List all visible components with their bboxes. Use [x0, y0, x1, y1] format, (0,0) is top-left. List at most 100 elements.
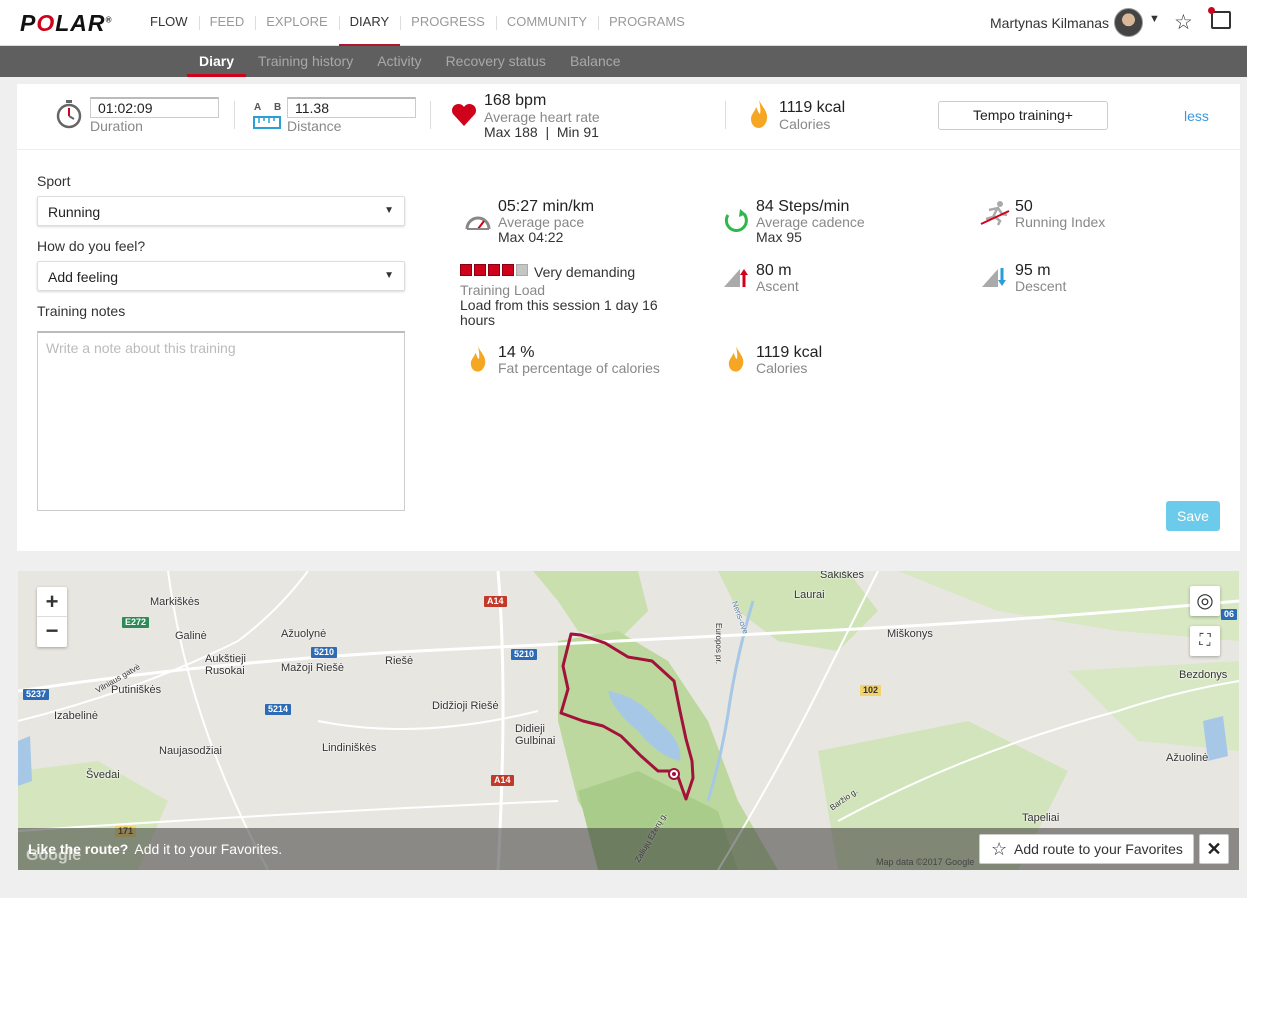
star-icon[interactable]: ☆: [1174, 10, 1193, 35]
map-place: Švedai: [86, 769, 120, 781]
map-canvas[interactable]: [18, 571, 1239, 870]
tab-activity[interactable]: Activity: [365, 46, 433, 77]
flame-icon: [728, 346, 744, 372]
chevron-down-icon: ▼: [384, 205, 394, 216]
map-place: Naujasodžiai: [159, 745, 222, 757]
map-place: Bezdonys: [1179, 669, 1228, 681]
distance-label: Distance: [287, 118, 342, 134]
map-attribution[interactable]: Map data ©2017 Google: [876, 857, 974, 867]
nav-feed[interactable]: FEED: [198, 0, 256, 46]
add-route-favorites-button[interactable]: ☆ Add route to your Favorites: [979, 834, 1194, 864]
tab-diary[interactable]: Diary: [187, 46, 247, 77]
ab-label-b: B: [274, 102, 282, 113]
close-icon[interactable]: ✕: [1199, 834, 1229, 864]
map-place: Miškonys: [887, 628, 933, 640]
map-place: Izabelinė: [54, 710, 99, 722]
map-place: Aukštieji Rusokai: [205, 653, 246, 677]
road-shield: 5214: [265, 704, 292, 715]
tab-training-history[interactable]: Training history: [246, 46, 365, 77]
road-shield: 06: [1221, 609, 1238, 620]
map-place: Markiškės: [150, 596, 200, 608]
avg-hr-label: Average heart rate: [484, 109, 600, 125]
nav-flow[interactable]: FLOW: [139, 0, 199, 46]
flame-icon: [751, 100, 768, 128]
calories-stat-label: Calories: [756, 360, 808, 376]
ascent-icon: [724, 269, 748, 287]
polar-logo[interactable]: POLAR®: [20, 10, 112, 37]
user-name[interactable]: Martynas Kilmanas: [990, 15, 1109, 31]
training-load-label: Training Load: [460, 282, 546, 298]
training-load-bar: [460, 264, 528, 276]
feeling-label: How do you feel?: [37, 238, 146, 254]
duration-field[interactable]: 01:02:09: [90, 97, 219, 118]
route-map[interactable]: Sakiškės Laurai Markiškės Galinė Ažuolyn…: [18, 571, 1239, 870]
zoom-control: + −: [37, 587, 67, 647]
map-place: Putiniškės: [111, 684, 162, 696]
load-block: [516, 264, 528, 276]
tab-recovery-status[interactable]: Recovery status: [434, 46, 558, 77]
map-place: Ažuolinė: [1166, 752, 1209, 764]
training-notes-label: Training notes: [37, 303, 126, 319]
map-place: Galinė: [175, 630, 207, 642]
load-block: [488, 264, 500, 276]
heart-icon: [451, 103, 477, 126]
less-link[interactable]: less: [1184, 108, 1209, 124]
map-place: Lindiniškės: [322, 742, 377, 754]
ascent-label: Ascent: [756, 278, 799, 294]
descent-label: Descent: [1015, 278, 1067, 294]
tab-balance[interactable]: Balance: [558, 46, 633, 77]
avg-cadence-value: 84 Steps/min: [756, 198, 850, 215]
chevron-down-icon[interactable]: ▼: [1149, 13, 1160, 25]
feeling-select-value: Add feeling: [48, 269, 119, 285]
divider: [725, 101, 726, 129]
cadence-icon: [724, 209, 748, 232]
map-place: Laurai: [794, 589, 825, 601]
fullscreen-icon[interactable]: ⛶: [1190, 626, 1220, 656]
road-shield: 102: [860, 685, 882, 696]
road-shield: 5210: [511, 649, 538, 660]
avatar[interactable]: [1114, 8, 1143, 37]
save-button[interactable]: Save: [1166, 501, 1220, 531]
map-place: Ažuolynė: [281, 628, 327, 640]
map-street: Europos pr.: [713, 623, 723, 664]
chevron-down-icon: ▼: [384, 270, 394, 281]
favorites-prompt-text: Add it to your Favorites.: [134, 841, 283, 857]
max-pace: Max 04:22: [498, 229, 564, 245]
road-shield: A14: [491, 775, 514, 786]
nav-programs[interactable]: PROGRAMS: [598, 0, 696, 46]
ruler-icon: [253, 116, 281, 129]
avg-pace-label: Average pace: [498, 214, 585, 230]
map-place: Mažoji Riešė: [281, 662, 344, 674]
training-notes-input[interactable]: Write a note about this training: [37, 331, 405, 511]
main-nav: FLOW FEED EXPLORE DIARY PROGRESS COMMUNI…: [139, 0, 696, 47]
descent-value: 95 m: [1015, 262, 1051, 279]
nav-explore[interactable]: EXPLORE: [255, 0, 338, 46]
sport-select[interactable]: Running ▼: [37, 196, 405, 226]
nav-diary[interactable]: DIARY: [338, 0, 401, 47]
road-shield: 5237: [23, 689, 50, 700]
calories-stat-value: 1119 kcal: [756, 344, 823, 361]
road-shield: 5210: [311, 647, 338, 658]
message-icon[interactable]: [1208, 7, 1231, 29]
plus-icon[interactable]: +: [37, 587, 67, 617]
ascent-value: 80 m: [756, 262, 792, 279]
fat-percentage-value: 14 %: [498, 344, 535, 361]
training-load-desc: Load from this session 1 day 16 hours: [460, 297, 658, 328]
distance-field[interactable]: 11.38: [287, 97, 416, 118]
sport-profile-button[interactable]: Tempo training+: [938, 101, 1108, 130]
road-shield: A14: [484, 596, 507, 607]
map-place: Tapeliai: [1022, 812, 1060, 824]
feeling-select[interactable]: Add feeling ▼: [37, 261, 405, 291]
minus-icon[interactable]: −: [37, 617, 67, 647]
nav-community[interactable]: COMMUNITY: [495, 0, 598, 46]
calories-value: 1119 kcal: [779, 99, 846, 116]
map-place: Sakiškės: [820, 571, 865, 581]
divider: [430, 101, 431, 129]
load-block: [502, 264, 514, 276]
divider: [234, 101, 235, 129]
map-place: Didieji Gulbinai: [515, 723, 556, 747]
page: POLAR® FLOW FEED EXPLORE DIARY PROGRESS …: [0, 0, 1280, 1024]
nav-progress[interactable]: PROGRESS: [400, 0, 496, 46]
ab-label-a: A: [254, 102, 262, 113]
locate-icon[interactable]: ◎: [1190, 586, 1220, 616]
